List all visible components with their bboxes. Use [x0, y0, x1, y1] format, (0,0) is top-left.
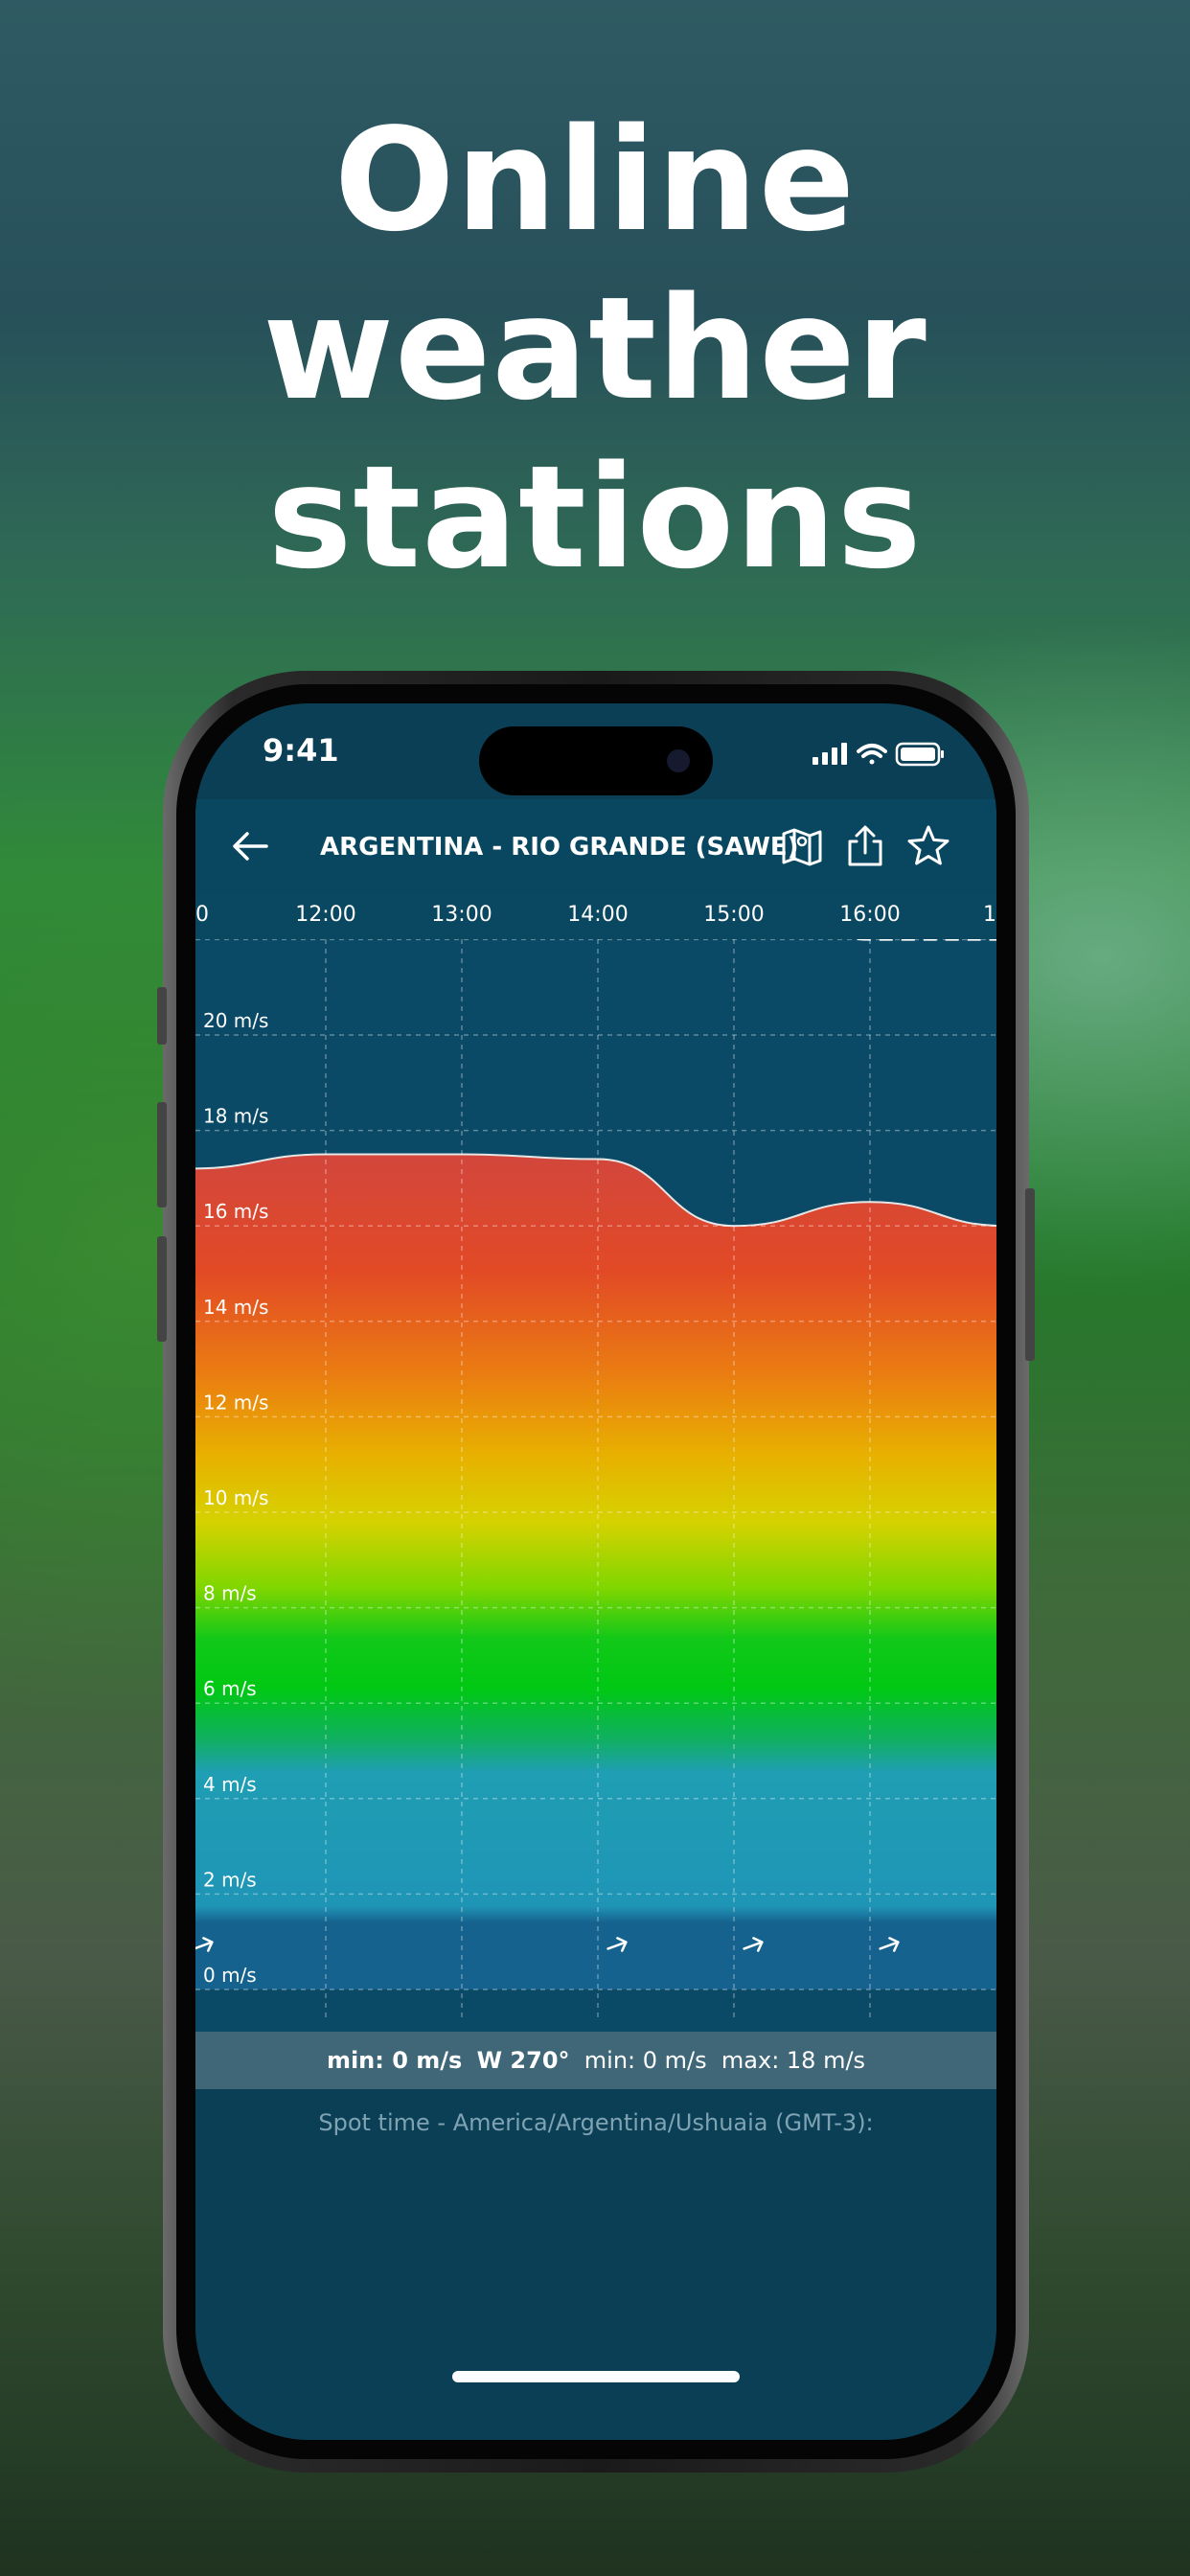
wind-speed-area	[195, 1154, 996, 1990]
y-tick-label: 6 m/s	[203, 1677, 257, 1700]
app-bar: ARGENTINA - RIO GRANDE (SAWE)	[195, 799, 996, 895]
y-tick-label: 0 m/s	[203, 1964, 257, 1987]
share-icon[interactable]	[839, 820, 891, 872]
spot-time-label: Spot time - America/Argentina/Ushuaia (G…	[318, 2109, 874, 2136]
status-icons	[812, 742, 944, 767]
volume-down-button	[157, 1236, 167, 1342]
stat-min-bold: min: 0 m/s	[326, 2047, 463, 2074]
time-axis: 00 12:00 13:00 14:00 15:00 16:00 17	[195, 895, 996, 939]
y-tick-label: 4 m/s	[203, 1773, 257, 1796]
y-tick-label: 18 m/s	[203, 1105, 268, 1128]
volume-up-button	[157, 1102, 167, 1208]
time-tick: 13:00	[431, 903, 492, 927]
battery-icon	[895, 742, 944, 767]
camera-icon	[667, 749, 690, 772]
time-tick: 12:00	[295, 903, 356, 927]
status-time: 9:41	[263, 732, 339, 769]
dynamic-island	[479, 726, 713, 795]
y-tick-label: 10 m/s	[203, 1486, 268, 1509]
headline-line-1: Online	[333, 98, 857, 263]
stat-min: min: 0 m/s	[584, 2047, 707, 2074]
action-button	[157, 987, 167, 1045]
signal-icon	[812, 743, 847, 765]
y-tick-label: 2 m/s	[203, 1868, 257, 1891]
headline-line-3: stations	[267, 435, 923, 600]
wifi-icon	[857, 744, 887, 765]
y-tick-label: 16 m/s	[203, 1200, 268, 1223]
time-tick: 17	[983, 903, 996, 927]
map-icon[interactable]	[776, 820, 828, 872]
stat-max: max: 18 m/s	[721, 2047, 866, 2074]
station-title: ARGENTINA - RIO GRANDE (SAWE)	[320, 833, 799, 862]
wind-speed-chart: 0 m/s 2 m/s 4 m/s 6 m/s 8 m/s 10 m/s 12 m/s 14 …	[195, 939, 996, 2032]
y-tick-label: 20 m/s	[203, 1009, 268, 1032]
star-icon[interactable]	[903, 820, 954, 872]
y-tick-label: 8 m/s	[203, 1582, 257, 1605]
stat-direction: W 270°	[476, 2047, 570, 2074]
stats-bar: min: 0 m/s W 270° min: 0 m/s max: 18 m/s	[195, 2032, 996, 2089]
time-tick: 14:00	[567, 903, 629, 927]
headline-line-2: weather	[263, 266, 927, 431]
y-tick-label: 14 m/s	[203, 1296, 268, 1319]
home-indicator[interactable]	[452, 2371, 740, 2382]
y-tick-label: 12 m/s	[203, 1391, 268, 1414]
time-tick: 00	[195, 903, 209, 927]
power-button	[1025, 1188, 1035, 1361]
time-tick: 16:00	[839, 903, 901, 927]
back-arrow-icon[interactable]	[224, 820, 276, 872]
status-bar: 9:41	[195, 703, 996, 799]
phone-screen: 9:41 ARGENTINA - RIO GRANDE (SAWE) 0 12:…	[195, 703, 996, 2440]
time-tick: 15:00	[703, 903, 765, 927]
phone-mockup: 9:41 ARGENTINA - RIO GRANDE (SAWE) 0 12:…	[157, 671, 1035, 2472]
headline: Online weather stations	[0, 96, 1190, 602]
